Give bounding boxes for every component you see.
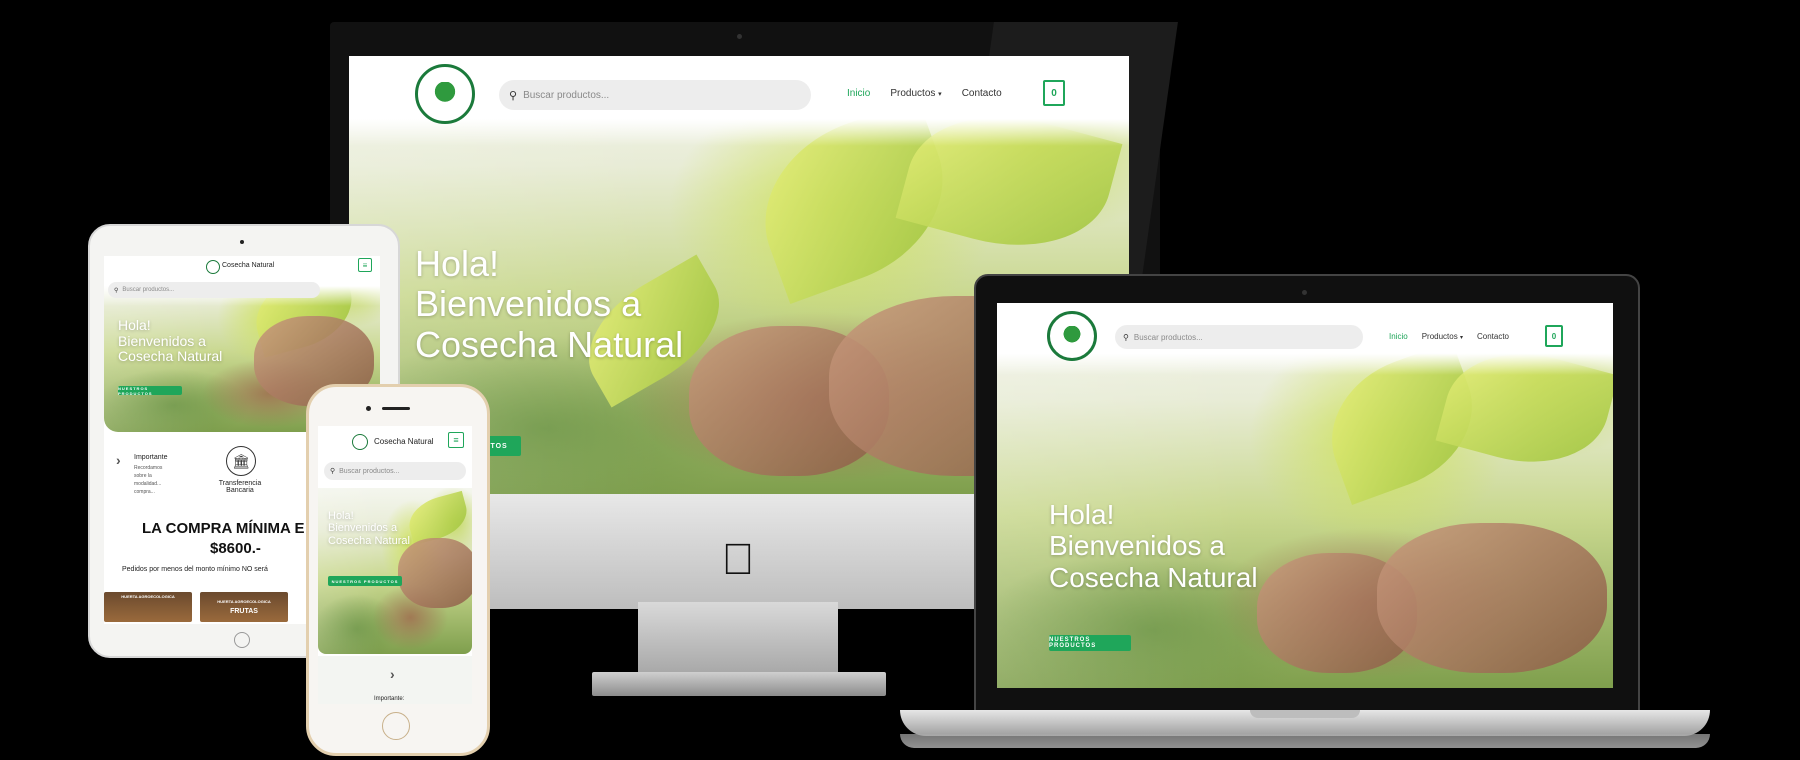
min-purchase-note: Pedidos por menos del monto mínimo NO se… (122, 566, 268, 573)
search-field[interactable]: ⚲ Buscar productos... (324, 462, 466, 480)
tablet-home-button[interactable] (234, 632, 250, 648)
min-purchase-title: LA COMPRA MÍNIMA E (142, 520, 305, 537)
hero-title: Hola! Bienvenidos a Cosecha Natural (328, 510, 410, 547)
laptop-notch (1250, 710, 1360, 718)
hero-line-1: Hola! (1049, 499, 1115, 530)
cart-icon[interactable]: 0 (1545, 325, 1563, 347)
search-input[interactable]: Buscar productos... (122, 287, 174, 293)
category-banner: HUERTA AGROECOLOGICA (217, 599, 271, 604)
search-icon: ⚲ (330, 468, 336, 475)
important-title: Importante (134, 454, 168, 461)
logo[interactable] (352, 434, 368, 450)
phone-screen: Cosecha Natural ≡ ⚲ Buscar productos... … (318, 426, 472, 704)
phone-hero: Hola! Bienvenidos a Cosecha Natural Nues… (318, 488, 472, 654)
phone-speaker (382, 407, 410, 410)
brand-name: Cosecha Natural (222, 262, 275, 269)
search-input[interactable]: Buscar productos... (1134, 333, 1203, 342)
imac-camera (737, 34, 742, 39)
hero-line-1: Hola! (415, 243, 500, 284)
nav-products[interactable]: Productos ▾ (1422, 332, 1463, 341)
important-line: sobre la (134, 473, 152, 479)
hero-title: Hola! Bienvenidos a Cosecha Natural (415, 243, 684, 365)
nav-products-label: Productos (890, 88, 936, 99)
hero-line-2: Bienvenidos a (415, 283, 642, 325)
hero-line-3: Cosecha Natural (415, 323, 684, 365)
search-input[interactable]: Buscar productos... (339, 468, 399, 475)
search-icon: ⚲ (114, 287, 119, 294)
search-field[interactable]: ⚲ Buscar productos... (1115, 325, 1363, 349)
logo[interactable] (206, 260, 220, 274)
bank-icon: 🏛 (226, 446, 256, 476)
hero-line-2: Bienvenidos a (328, 522, 398, 535)
laptop-base-reflection (900, 734, 1710, 748)
chevron-down-icon: ▾ (938, 91, 942, 98)
laptop-screen: ⚲ Buscar productos... Inicio Productos ▾… (997, 303, 1613, 688)
hero-title: Hola! Bienvenidos a Cosecha Natural (1049, 499, 1258, 593)
main-nav: Inicio Productos ▾ Contacto (1389, 332, 1509, 341)
products-button[interactable]: Nuestros productos (118, 386, 182, 396)
brand-name: Cosecha Natural (374, 437, 434, 446)
apple-logo-icon:  (718, 538, 758, 582)
chevron-down-icon: ▾ (1459, 335, 1463, 341)
important-line: compra... (134, 489, 155, 495)
laptop-camera (1302, 290, 1307, 295)
phone-home-button[interactable] (382, 712, 410, 740)
products-button[interactable]: Nuestros productos (328, 576, 402, 586)
chevron-right-icon[interactable]: › (116, 452, 121, 468)
logo[interactable] (415, 64, 475, 124)
nav-products[interactable]: Productos ▾ (890, 88, 941, 99)
category-label: FRUTAS (230, 608, 258, 615)
nav-contact[interactable]: Contacto (1477, 332, 1509, 341)
tree-icon (434, 81, 456, 107)
menu-icon[interactable]: ≡ (448, 432, 464, 448)
min-purchase-amount: $8600.- (210, 540, 261, 557)
category-card-frutas[interactable]: HUERTA AGROECOLOGICA FRUTAS (200, 592, 288, 622)
nav-home[interactable]: Inicio (1389, 332, 1408, 341)
hero-line-3: Cosecha Natural (328, 534, 410, 547)
hero-hand (398, 538, 472, 608)
menu-icon[interactable]: ≡ (358, 258, 372, 272)
search-icon: ⚲ (1123, 332, 1129, 342)
search-icon: ⚲ (509, 89, 518, 102)
main-nav: Inicio Productos ▾ Contacto (847, 88, 1002, 99)
products-button[interactable]: Nuestros productos (1049, 635, 1131, 651)
cart-icon[interactable]: 0 (1043, 80, 1065, 106)
search-field[interactable]: ⚲ Buscar productos... (499, 80, 811, 110)
search-input[interactable]: Buscar productos... (523, 90, 609, 101)
logo[interactable] (1047, 311, 1097, 361)
hero-line-3: Cosecha Natural (1049, 561, 1258, 593)
category-card[interactable]: HUERTA AGROECOLOGICA (104, 592, 192, 622)
nav-contact[interactable]: Contacto (962, 88, 1002, 99)
tree-icon (1063, 326, 1081, 346)
tablet-camera (240, 240, 244, 244)
important-line: modalidad... (134, 481, 162, 487)
hero-line-2: Bienvenidos a (1049, 530, 1225, 562)
hero-line-1: Hola! (328, 510, 354, 522)
hero-hand (1377, 523, 1607, 673)
important-title: Importante: (374, 696, 405, 702)
important-line: Recordamos (134, 465, 163, 471)
imac-stand-neck (638, 602, 838, 672)
search-field[interactable]: ⚲ Buscar productos... (108, 282, 320, 298)
chevron-right-icon[interactable]: › (390, 666, 395, 682)
imac-stand-foot (592, 672, 886, 696)
nav-home[interactable]: Inicio (847, 88, 870, 99)
category-banner: HUERTA AGROECOLOGICA (121, 594, 175, 599)
phone-camera (366, 406, 371, 411)
transfer-label: Transferencia Bancaria (218, 480, 262, 494)
nav-products-label: Productos (1421, 332, 1458, 341)
important-text: Recordamos sobre la modalidad... compra.… (134, 464, 194, 496)
hero-line-1: Hola! (118, 317, 151, 333)
hero-line-2: Bienvenidos a (118, 332, 206, 349)
hero-title: Hola! Bienvenidos a Cosecha Natural (118, 317, 223, 365)
hero-line-3: Cosecha Natural (118, 348, 223, 365)
